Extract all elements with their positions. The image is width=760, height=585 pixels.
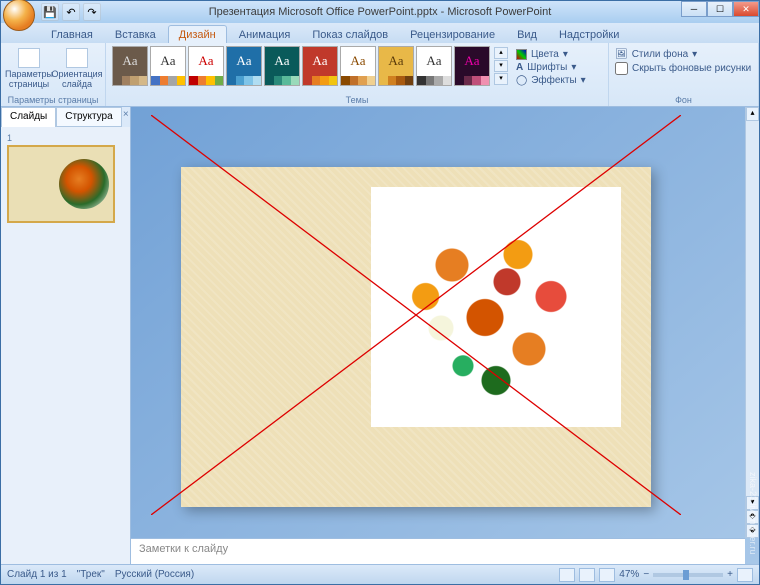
colors-dropdown[interactable]: Цвета ▾ — [516, 49, 586, 60]
thumb-flower-icon — [59, 159, 109, 209]
slide-thumbnail[interactable] — [7, 145, 115, 223]
tab-slideshow[interactable]: Показ слайдов — [302, 26, 398, 43]
hide-bg-checkbox[interactable]: Скрыть фоновые рисунки — [615, 62, 752, 75]
hide-bg-input[interactable] — [615, 62, 628, 75]
theme-scroll-down[interactable]: ▾ — [494, 60, 508, 72]
page-setup-label: Параметры страницы — [5, 70, 53, 90]
theme-scroll-up[interactable]: ▴ — [494, 47, 508, 59]
orientation-button[interactable]: Ориентация слайда — [55, 46, 99, 90]
theme-swatch-5[interactable]: Aa — [302, 46, 338, 86]
theme-swatch-2[interactable]: Aa — [188, 46, 224, 86]
panel-close-icon[interactable]: × — [122, 107, 130, 127]
status-bar: Слайд 1 из 1 "Трек" Русский (Россия) 47%… — [1, 564, 759, 584]
theme-more[interactable]: ▾ — [494, 73, 508, 85]
thumbnail-list: 1 — [1, 127, 130, 564]
quick-access-toolbar: 💾 ↶ ↷ — [41, 3, 101, 21]
panel-tab-outline[interactable]: Структура — [56, 107, 121, 127]
notes-pane[interactable]: Заметки к слайду — [131, 538, 745, 564]
tab-animation[interactable]: Анимация — [229, 26, 301, 43]
zoom-out-icon[interactable]: − — [643, 569, 649, 580]
group-label-themes: Темы — [106, 95, 608, 105]
orientation-label: Ориентация слайда — [51, 70, 102, 90]
zoom-in-icon[interactable]: + — [727, 569, 733, 580]
tab-design[interactable]: Дизайн — [168, 25, 227, 43]
bg-styles-label: Стили фона — [632, 49, 688, 60]
view-sorter-button[interactable] — [579, 568, 595, 582]
undo-icon[interactable]: ↶ — [62, 3, 80, 21]
workspace: Слайды Структура × 1 — [1, 107, 759, 564]
slide-canvas[interactable]: ▴ ▾ ⬘ ⬙ — [131, 107, 759, 538]
theme-swatch-9[interactable]: Aa — [454, 46, 490, 86]
watermark: zika-23 livemaster.ru — [748, 472, 758, 555]
status-language[interactable]: Русский (Россия) — [115, 569, 194, 580]
maximize-button[interactable]: ☐ — [707, 1, 733, 17]
theme-swatch-7[interactable]: Aa — [378, 46, 414, 86]
zoom-level[interactable]: 47% — [619, 569, 639, 580]
status-slide-info: Слайд 1 из 1 — [7, 569, 67, 580]
window-title: Презентация Microsoft Office PowerPoint.… — [209, 6, 552, 18]
tab-addins[interactable]: Надстройки — [549, 26, 629, 43]
theme-gallery-nav: ▴ ▾ ▾ — [494, 47, 508, 85]
panel-tab-slides[interactable]: Слайды — [1, 107, 56, 127]
fonts-dropdown[interactable]: AШрифты ▾ — [516, 62, 586, 73]
minimize-button[interactable]: ─ — [681, 1, 707, 17]
tab-view[interactable]: Вид — [507, 26, 547, 43]
redo-icon[interactable]: ↷ — [83, 3, 101, 21]
effects-label: Эффекты — [531, 75, 576, 86]
effects-dropdown[interactable]: ◯Эффекты ▾ — [516, 75, 586, 86]
ribbon: Параметры страницы Ориентация слайда Пар… — [1, 43, 759, 107]
fonts-label: Шрифты — [527, 62, 567, 73]
slides-panel: Слайды Структура × 1 — [1, 107, 131, 564]
app-window: 💾 ↶ ↷ Презентация Microsoft Office Power… — [0, 0, 760, 585]
titlebar: 💾 ↶ ↷ Презентация Microsoft Office Power… — [1, 1, 759, 23]
save-icon[interactable]: 💾 — [41, 3, 59, 21]
fit-window-button[interactable] — [737, 568, 753, 582]
themes-gallery: AaAaAaAaAaAaAaAaAaAa ▴ ▾ ▾ Цвета ▾ AШриф… — [112, 46, 602, 86]
theme-swatch-6[interactable]: Aa — [340, 46, 376, 86]
ribbon-tabs: Главная Вставка Дизайн Анимация Показ сл… — [1, 23, 759, 43]
theme-swatch-3[interactable]: Aa — [226, 46, 262, 86]
group-page-setup: Параметры страницы Ориентация слайда Пар… — [1, 43, 106, 106]
zoom-slider[interactable] — [653, 573, 723, 577]
group-label-bg: Фон — [609, 95, 758, 105]
tab-insert[interactable]: Вставка — [105, 26, 166, 43]
office-button[interactable] — [3, 0, 35, 31]
colors-label: Цвета — [531, 49, 559, 60]
panel-tabs: Слайды Структура × — [1, 107, 130, 127]
group-background: 🖼 Стили фона ▾ Скрыть фоновые рисунки Фо… — [609, 43, 759, 106]
flower-image[interactable] — [371, 187, 621, 427]
scroll-up-icon[interactable]: ▴ — [746, 107, 759, 121]
scroll-track[interactable] — [746, 121, 759, 496]
fonts-icon: A — [516, 62, 523, 73]
slide[interactable] — [181, 167, 651, 507]
effects-icon: ◯ — [516, 75, 527, 86]
flower-bouquet-icon — [386, 202, 606, 412]
theme-options: Цвета ▾ AШрифты ▾ ◯Эффекты ▾ — [516, 46, 586, 86]
status-theme: "Трек" — [77, 569, 105, 580]
theme-swatch-4[interactable]: Aa — [264, 46, 300, 86]
close-button[interactable]: ✕ — [733, 1, 759, 17]
theme-swatch-8[interactable]: Aa — [416, 46, 452, 86]
group-label-setup: Параметры страницы — [1, 95, 105, 105]
colors-icon — [516, 49, 527, 60]
theme-swatch-0[interactable]: Aa — [112, 46, 148, 86]
window-controls: ─ ☐ ✕ — [681, 1, 759, 17]
tab-review[interactable]: Рецензирование — [400, 26, 505, 43]
thumb-number: 1 — [7, 133, 124, 143]
tab-home[interactable]: Главная — [41, 26, 103, 43]
page-setup-icon — [18, 48, 40, 68]
view-normal-button[interactable] — [559, 568, 575, 582]
group-themes: AaAaAaAaAaAaAaAaAaAa ▴ ▾ ▾ Цвета ▾ AШриф… — [106, 43, 609, 106]
view-slideshow-button[interactable] — [599, 568, 615, 582]
background-styles-button[interactable]: 🖼 Стили фона ▾ — [615, 49, 752, 60]
theme-swatch-1[interactable]: Aa — [150, 46, 186, 86]
slide-area: ▴ ▾ ⬘ ⬙ Заметки к слайду — [131, 107, 759, 564]
hide-bg-label: Скрыть фоновые рисунки — [632, 63, 751, 74]
orientation-icon — [66, 48, 88, 68]
page-setup-button[interactable]: Параметры страницы — [7, 46, 51, 90]
